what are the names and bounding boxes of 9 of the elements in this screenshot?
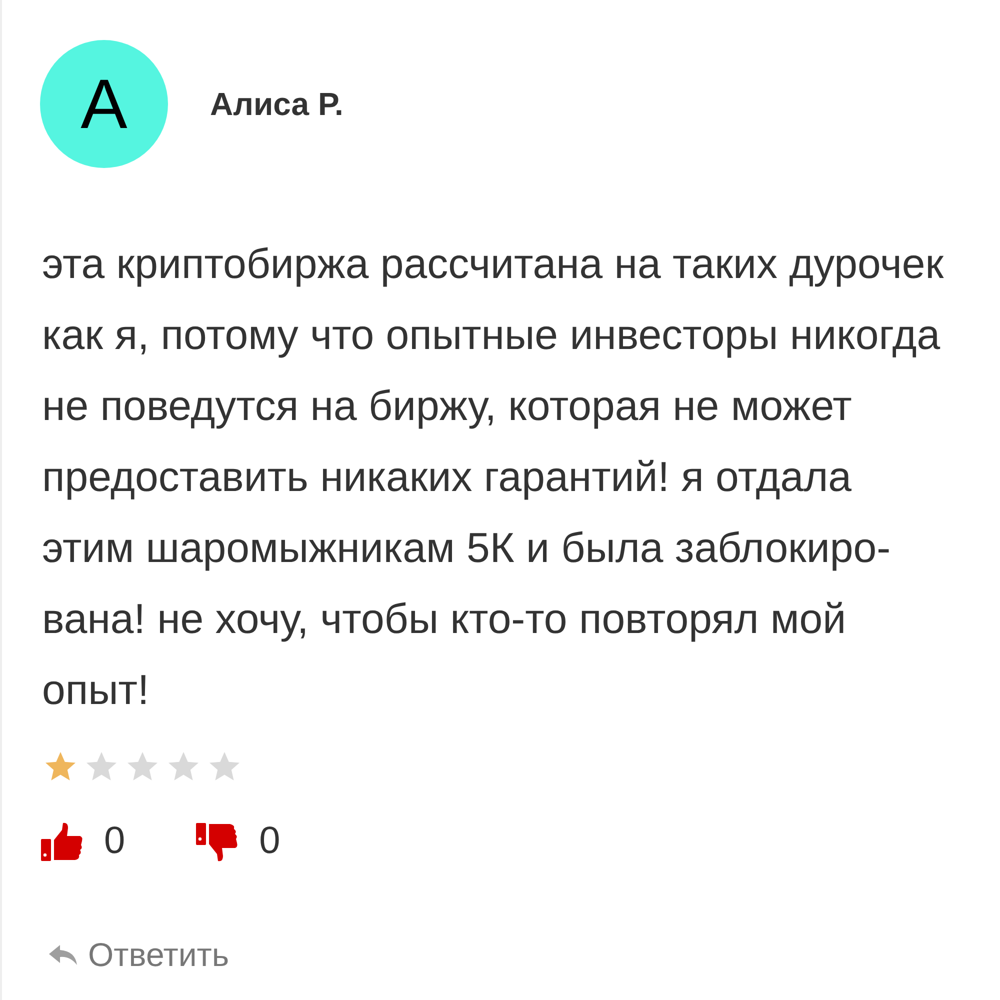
avatar: А [40,40,168,168]
reply-arrow-icon [48,942,78,967]
review-text: эта криптобиржа рассчитана на таких дурочек как я, потому что опытные инвесторы никогда не поведутся на биржу, которая не может предоставить никаких гарантий! я отдала этим шаромыжникам 5К и была заблокиро- вана! не хочу, чтобы кто-то повторял мой опыт! [41,239,945,715]
like-count: 0 [104,819,126,864]
thumbs-up-icon[interactable] [40,822,84,862]
reply-button[interactable]: Ответить [48,930,230,980]
dislike-count: 0 [259,819,280,864]
author-name: Алиса Р. [210,85,344,124]
thumbs-down-icon[interactable] [195,822,240,862]
